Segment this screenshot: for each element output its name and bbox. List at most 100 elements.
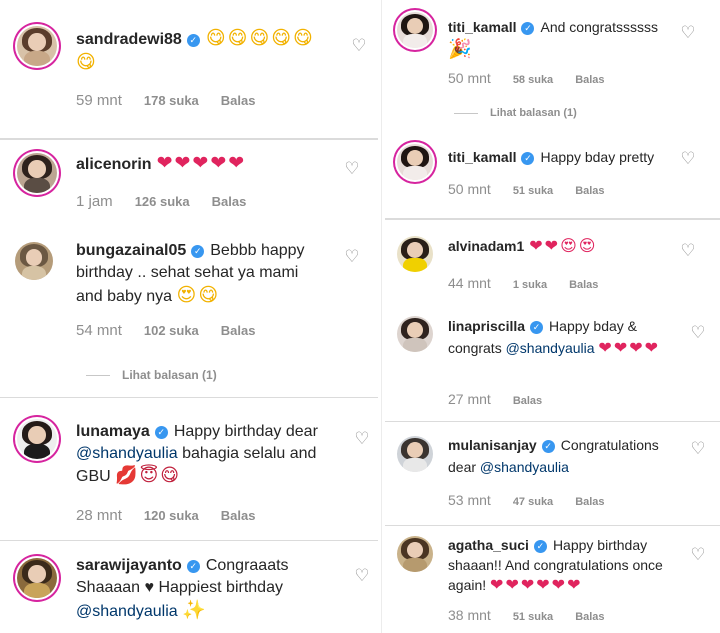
heart-outline-icon[interactable]: ♡ xyxy=(689,546,707,564)
username[interactable]: lunamaya xyxy=(76,423,150,440)
like-count[interactable]: 126 suka xyxy=(135,194,190,209)
heart-outline-icon[interactable]: ♡ xyxy=(353,430,371,448)
comment-time: 38 mnt xyxy=(448,607,491,623)
verified-badge-icon: ✓ xyxy=(191,245,205,258)
username[interactable]: bungazainal05 xyxy=(76,242,186,259)
username[interactable]: titi_kamall xyxy=(448,149,516,165)
heart-outline-icon[interactable]: ♡ xyxy=(679,242,697,260)
comment-text: mulanisanjay ✓ Congratulations dear @shand… xyxy=(448,434,688,478)
view-replies-link[interactable]: Lihat balasan (1) xyxy=(86,368,217,382)
avatar[interactable] xyxy=(17,26,57,66)
like-count[interactable]: 178 suka xyxy=(144,93,199,108)
emoji: ❤❤❤❤ xyxy=(598,338,661,357)
reply-button[interactable]: Balas xyxy=(212,194,247,209)
emoji: 😍😋 xyxy=(176,284,221,306)
reply-button[interactable]: Balas xyxy=(575,74,604,86)
like-count[interactable]: 1 suka xyxy=(513,279,547,291)
heart-outline-icon[interactable]: ♡ xyxy=(679,24,697,42)
emoji: 🎉 xyxy=(448,38,474,60)
comment-meta: 44 mnt 1 suka Balas xyxy=(448,275,620,291)
comment-meta: 38 mnt 51 suka Balas xyxy=(448,607,627,623)
comment-text: titi_kamall ✓ And congratssssss 🎉 xyxy=(448,16,688,61)
username[interactable]: alvinadam1 xyxy=(448,238,524,254)
avatar[interactable] xyxy=(397,144,433,180)
like-count[interactable]: 51 suka xyxy=(513,185,553,197)
reply-button[interactable]: Balas xyxy=(221,323,256,338)
heart-outline-icon[interactable]: ♡ xyxy=(689,324,707,342)
avatar[interactable] xyxy=(17,419,57,459)
like-count[interactable]: 51 suka xyxy=(513,611,553,623)
reply-button[interactable]: Balas xyxy=(221,508,256,523)
reply-button[interactable]: Balas xyxy=(569,279,598,291)
comment-time: 54 mnt xyxy=(76,322,122,339)
comment-meta: 53 mnt 47 suka Balas xyxy=(448,492,627,508)
avatar[interactable] xyxy=(397,316,433,352)
mention-link[interactable]: @shandyaulia xyxy=(76,603,178,620)
comment-item: sarawijayanto ✓ Congraaats Shaaaan ♥ Happi… xyxy=(0,544,378,633)
heart-outline-icon[interactable]: ♡ xyxy=(343,160,361,178)
column-separator xyxy=(381,0,382,633)
comment-item: lunamaya ✓ Happy birthday dear @shandyauli… xyxy=(0,412,378,537)
username[interactable]: alicenorin xyxy=(76,156,152,173)
comment-time: 50 mnt xyxy=(448,70,491,86)
username[interactable]: mulanisanjay xyxy=(448,437,537,453)
verified-badge-icon: ✓ xyxy=(521,152,535,165)
comment-time: 53 mnt xyxy=(448,492,491,508)
comment-text: alvinadam1 ❤❤😍😍 xyxy=(448,235,688,257)
verified-badge-icon: ✓ xyxy=(533,540,547,553)
comment-item: titi_kamall ✓ Happy bday pretty ♡ 50 mnt 51… xyxy=(385,136,720,216)
comment-body: Happy birthday dear xyxy=(173,423,318,440)
comment-meta: 50 mnt 51 suka Balas xyxy=(448,181,627,197)
avatar[interactable] xyxy=(17,153,57,193)
avatar[interactable] xyxy=(397,236,433,272)
right-comments-column: titi_kamall ✓ And congratssssss 🎉 ♡ 50 mnt… xyxy=(385,0,720,633)
view-replies-link[interactable]: Lihat balasan (1) xyxy=(454,107,577,119)
reply-button[interactable]: Balas xyxy=(221,93,256,108)
comment-time: 1 jam xyxy=(76,193,113,210)
avatar[interactable] xyxy=(15,242,53,280)
reply-button[interactable]: Balas xyxy=(575,185,604,197)
comment-item: sandradewi88 ✓ 😋😋😋😋😋😋 ♡ 59 mnt 178 suka Bala… xyxy=(0,0,378,135)
comment-text: sarawijayanto ✓ Congraaats Shaaaan ♥ Happi… xyxy=(76,555,336,623)
reply-button[interactable]: Balas xyxy=(575,611,604,623)
heart-outline-icon[interactable]: ♡ xyxy=(350,37,368,55)
username[interactable]: sandradewi88 xyxy=(76,31,182,48)
username[interactable]: linapriscilla xyxy=(448,318,525,334)
comment-time: 44 mnt xyxy=(448,275,491,291)
comment-time: 27 mnt xyxy=(448,391,491,407)
comment-time: 59 mnt xyxy=(76,92,122,109)
like-count[interactable]: 47 suka xyxy=(513,496,553,508)
comment-text: sandradewi88 ✓ 😋😋😋😋😋😋 xyxy=(76,27,336,75)
mention-link[interactable]: @shandyaulia xyxy=(480,459,569,475)
comment-text: linapriscilla ✓ Happy bday & congrats @sha… xyxy=(448,315,678,359)
reply-button[interactable]: Balas xyxy=(513,395,542,407)
emoji: ✨ xyxy=(182,599,208,621)
mention-link[interactable]: @shandyaulia xyxy=(506,340,595,356)
comment-meta: 27 mnt Balas xyxy=(448,391,564,407)
username[interactable]: titi_kamall xyxy=(448,19,516,35)
comment-text: agatha_suci ✓ Happy birthday shaaan!! And … xyxy=(448,535,688,595)
avatar[interactable] xyxy=(397,12,433,48)
like-count[interactable]: 120 suka xyxy=(144,508,199,523)
like-count[interactable]: 58 suka xyxy=(513,74,553,86)
like-count[interactable]: 102 suka xyxy=(144,323,199,338)
username[interactable]: sarawijayanto xyxy=(76,557,182,574)
avatar[interactable] xyxy=(397,436,433,472)
comment-item: agatha_suci ✓ Happy birthday shaaan!! And … xyxy=(385,528,720,633)
username[interactable]: agatha_suci xyxy=(448,537,529,553)
emoji: ❤❤❤❤❤ xyxy=(156,152,247,174)
comment-body: And congratssssss xyxy=(540,19,658,35)
heart-outline-icon[interactable]: ♡ xyxy=(343,248,361,266)
heart-outline-icon[interactable]: ♡ xyxy=(689,440,707,458)
left-comments-column: sandradewi88 ✓ 😋😋😋😋😋😋 ♡ 59 mnt 178 suka Bala… xyxy=(0,0,378,633)
heart-outline-icon[interactable]: ♡ xyxy=(679,150,697,168)
verified-badge-icon: ✓ xyxy=(186,560,200,573)
avatar[interactable] xyxy=(397,536,433,572)
verified-badge-icon: ✓ xyxy=(521,22,535,35)
mention-link[interactable]: @shandyaulia xyxy=(76,445,178,462)
heart-outline-icon[interactable]: ♡ xyxy=(353,567,371,585)
verified-badge-icon: ✓ xyxy=(530,321,544,334)
avatar[interactable] xyxy=(17,558,57,598)
reply-button[interactable]: Balas xyxy=(575,496,604,508)
comment-item: bungazainal05 ✓ Bebbb happy birthday .. se… xyxy=(0,228,378,398)
